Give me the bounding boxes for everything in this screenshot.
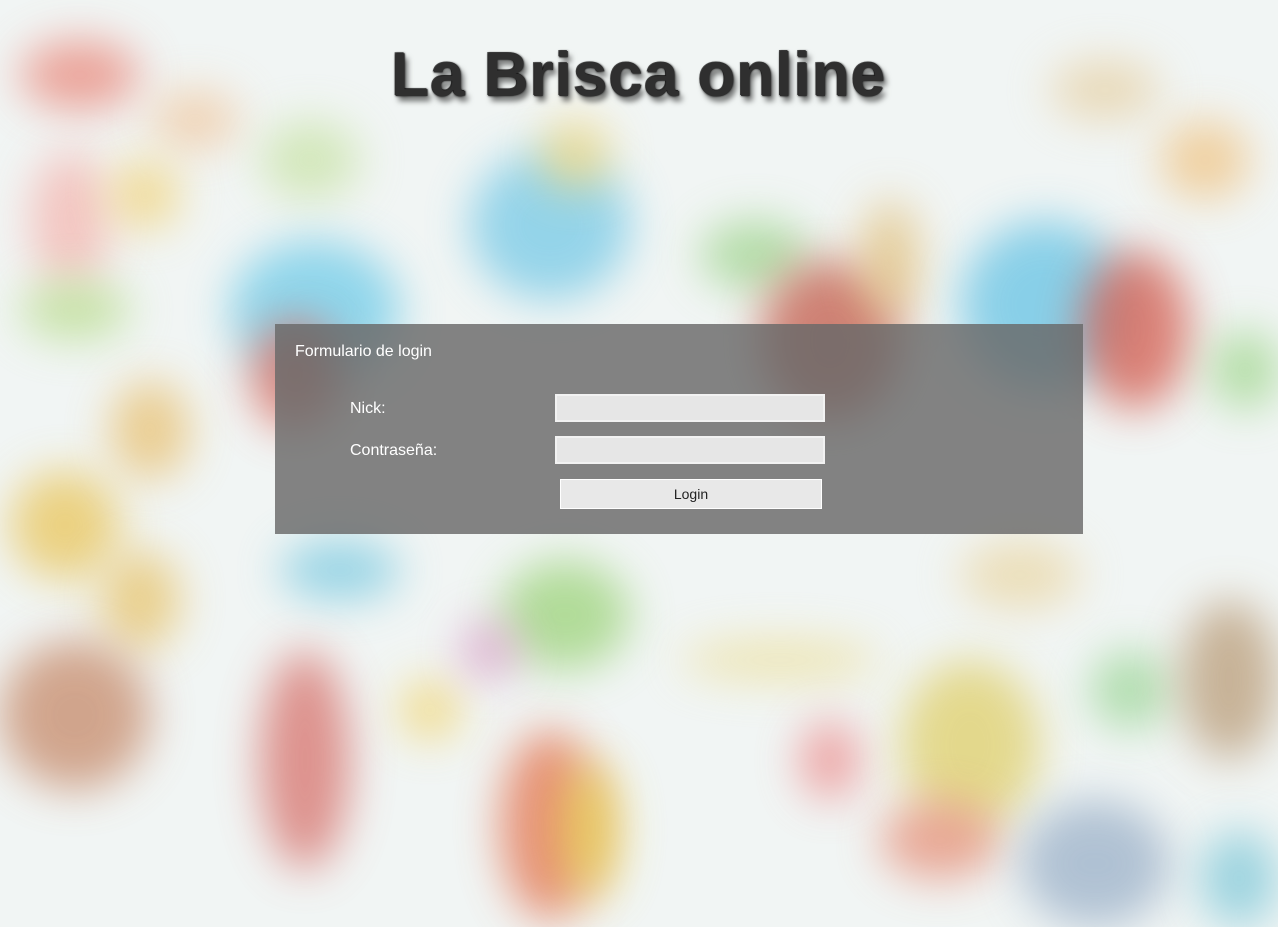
password-input[interactable] [555, 436, 825, 464]
nick-label: Nick: [350, 400, 386, 417]
page-title: La Brisca online [391, 41, 887, 110]
login-button[interactable]: Login [560, 479, 822, 509]
login-form-heading: Formulario de login [295, 343, 432, 360]
nick-input[interactable] [555, 394, 825, 422]
login-panel: Formulario de login Nick: Contraseña: Lo… [275, 324, 1083, 534]
password-label: Contraseña: [350, 442, 438, 459]
